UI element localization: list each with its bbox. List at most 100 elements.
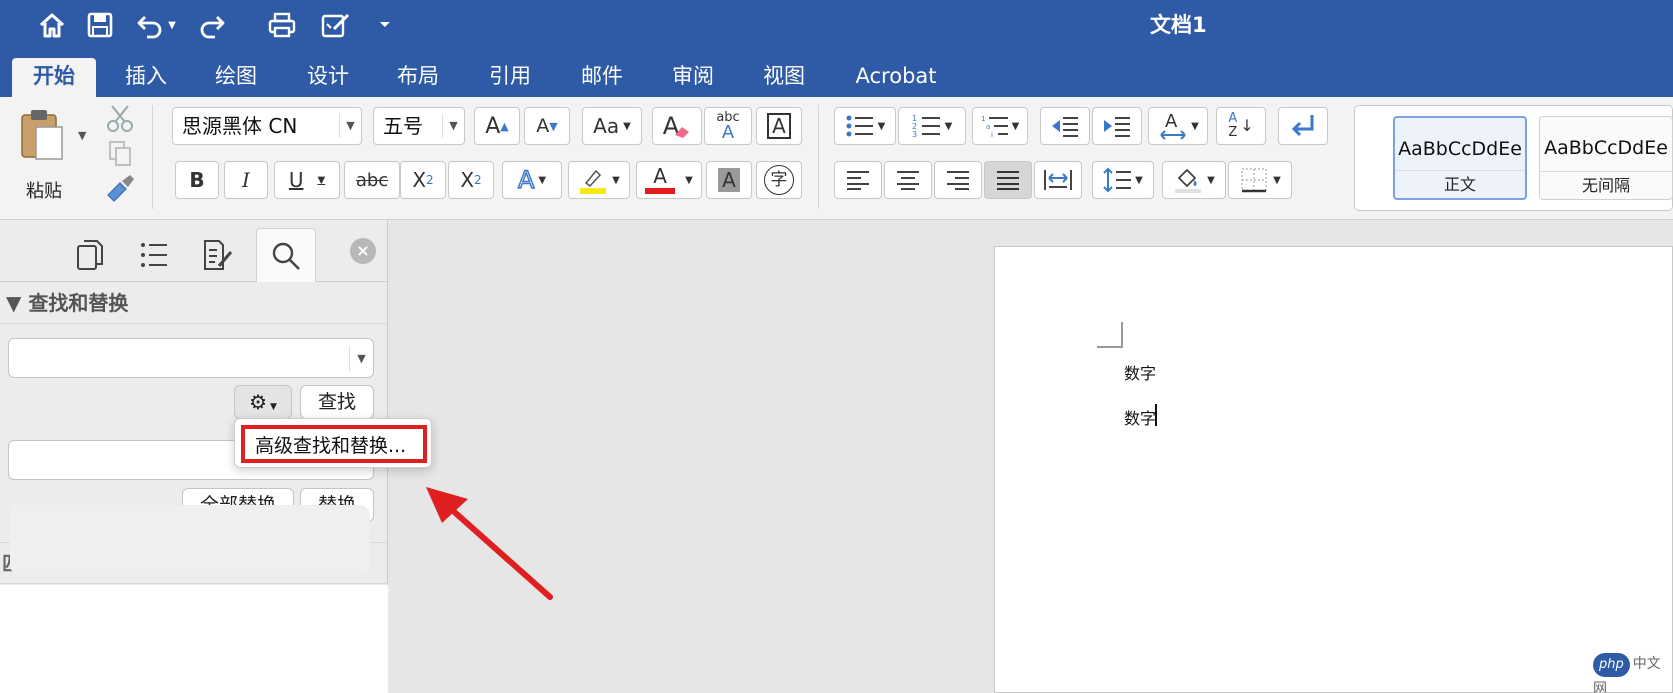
matches-list[interactable] (0, 585, 388, 693)
customize-toolbar-icon[interactable]: ⏷ (370, 6, 400, 44)
home-icon[interactable] (32, 6, 72, 44)
text-effects-button[interactable]: A ▼ (502, 161, 562, 199)
paste-dropdown-icon[interactable]: ▼ (78, 129, 86, 142)
tab-home[interactable]: 开始 (12, 58, 96, 97)
tab-view[interactable]: 视图 (748, 58, 820, 97)
numbering-button[interactable]: 123 ▼ (898, 107, 966, 145)
superscript-button[interactable]: X2 (448, 161, 494, 199)
search-icon (272, 242, 300, 270)
clear-formatting-button[interactable]: A (652, 107, 702, 145)
styles-gallery: AaBbCcDdEe 正文 AaBbCcDdEe 无间隔 (1354, 105, 1673, 211)
find-replace-header[interactable]: ▼ 查找和替换 (0, 282, 388, 324)
separator (818, 105, 819, 209)
align-right-icon (947, 171, 969, 190)
phonetic-bottom-label: A (721, 121, 735, 143)
format-painter-icon[interactable] (104, 173, 136, 207)
font-size-combo[interactable]: 五号 ▼ (373, 107, 465, 145)
find-input[interactable]: ▼ (8, 338, 374, 378)
align-center-button[interactable] (884, 161, 932, 199)
distributed-button[interactable] (1034, 161, 1082, 199)
change-case-button[interactable]: Aa ▼ (582, 107, 642, 145)
gear-icon: ⚙ (249, 390, 267, 414)
justify-button[interactable] (984, 161, 1032, 199)
document-paragraph[interactable]: 数字 (1124, 360, 1156, 384)
chevron-down-icon: ▼ (944, 120, 953, 132)
document-page[interactable] (994, 246, 1673, 693)
line-spacing-button[interactable]: ▼ (1092, 161, 1154, 199)
thumbnails-tab[interactable] (60, 228, 120, 282)
underline-button[interactable]: U ▼ (274, 161, 340, 199)
font-name-combo[interactable]: 思源黑体 CN ▼ (172, 107, 362, 145)
chevron-down-icon: ▼ (623, 120, 631, 132)
copy-icon[interactable] (106, 139, 134, 171)
grow-font-button[interactable]: A ▲ (474, 107, 520, 145)
increase-indent-button[interactable] (1092, 107, 1142, 145)
annotation-arrow-icon (426, 487, 553, 600)
svg-text:1: 1 (981, 115, 985, 123)
tab-design[interactable]: 设计 (292, 58, 364, 97)
sort-button[interactable]: A Z ↓ (1216, 107, 1266, 145)
borders-button[interactable]: ▼ (1228, 161, 1292, 199)
bold-button[interactable]: B (175, 161, 219, 199)
underline-label: U (288, 168, 304, 192)
chevron-down-icon: ▼ (877, 120, 886, 132)
bullets-button[interactable]: ▼ (834, 107, 896, 145)
search-tab[interactable] (256, 228, 316, 282)
find-options-button[interactable]: ⚙ ▼ (234, 385, 292, 419)
align-left-button[interactable] (834, 161, 882, 199)
tab-insert[interactable]: 插入 (110, 58, 182, 97)
edit-document-icon[interactable] (316, 6, 356, 44)
close-icon[interactable]: × (350, 238, 376, 264)
print-icon[interactable] (262, 6, 302, 44)
character-border-button[interactable]: A (756, 107, 802, 145)
find-button[interactable]: 查找 (300, 385, 374, 419)
chevron-down-icon[interactable]: ▼ (339, 114, 361, 138)
separator (152, 105, 153, 209)
cut-icon[interactable] (104, 103, 136, 137)
align-right-button[interactable] (934, 161, 982, 199)
save-icon[interactable] (80, 6, 120, 44)
style-normal[interactable]: AaBbCcDdEe 正文 (1393, 116, 1527, 200)
enclose-character-button[interactable]: 字 (756, 161, 802, 199)
svg-text:i: i (991, 131, 993, 139)
tab-references[interactable]: 引用 (474, 58, 546, 97)
chevron-down-icon[interactable]: ▼ (349, 346, 373, 372)
shrink-font-button[interactable]: A ▼ (524, 107, 570, 145)
chevron-down-icon: ▼ (1135, 174, 1143, 186)
italic-button[interactable]: I (224, 161, 268, 199)
review-tab[interactable] (188, 228, 248, 282)
paragraph-shading-button[interactable]: ▼ (1162, 161, 1226, 199)
paste-label: 粘贴 (26, 181, 62, 202)
borders-icon (1241, 168, 1267, 193)
tab-draw[interactable]: 绘图 (200, 58, 272, 97)
increase-indent-icon (1104, 117, 1130, 137)
ribbon: ▼ 粘贴 思源黑体 CN ▼ 五号 ▼ A ▲ A ▼ Aa ▼ A abc A… (0, 97, 1673, 220)
chevron-down-icon[interactable]: ▼ (442, 114, 464, 138)
advanced-find-replace-item[interactable]: 高级查找和替换... (241, 425, 427, 463)
find-options-menu: 高级查找和替换... (234, 418, 432, 468)
tab-layout[interactable]: 布局 (382, 58, 454, 97)
font-size-value: 五号 (383, 114, 423, 138)
tab-mailings[interactable]: 邮件 (566, 58, 638, 97)
character-shading-label: A (718, 168, 740, 192)
paste-button[interactable]: ▼ 粘贴 (14, 105, 86, 210)
redo-icon[interactable] (192, 6, 232, 44)
highlight-button[interactable]: ▼ (568, 161, 630, 199)
strikethrough-button[interactable]: abc (344, 161, 400, 199)
subscript-button[interactable]: X2 (400, 161, 446, 199)
outline-tab[interactable] (124, 228, 184, 282)
style-no-spacing[interactable]: AaBbCcDdEe 无间隔 (1539, 116, 1673, 200)
multilevel-list-button[interactable]: 1ai ▼ (972, 107, 1028, 145)
phonetic-guide-button[interactable]: abc A (704, 107, 752, 145)
superscript-mark: 2 (474, 173, 482, 187)
font-color-button[interactable]: A ▼ (636, 161, 702, 199)
show-marks-button[interactable] (1278, 107, 1328, 145)
watermark-badge: php (1593, 653, 1630, 677)
tab-review[interactable]: 审阅 (657, 58, 729, 97)
tab-acrobat[interactable]: Acrobat (846, 58, 946, 97)
decrease-indent-button[interactable] (1040, 107, 1090, 145)
character-shading-button[interactable]: A (706, 161, 752, 199)
character-spacing-button[interactable]: A ▼ (1148, 107, 1208, 145)
undo-dropdown-icon[interactable]: ▼ (162, 6, 182, 44)
document-paragraph[interactable]: 数字 (1124, 405, 1156, 429)
